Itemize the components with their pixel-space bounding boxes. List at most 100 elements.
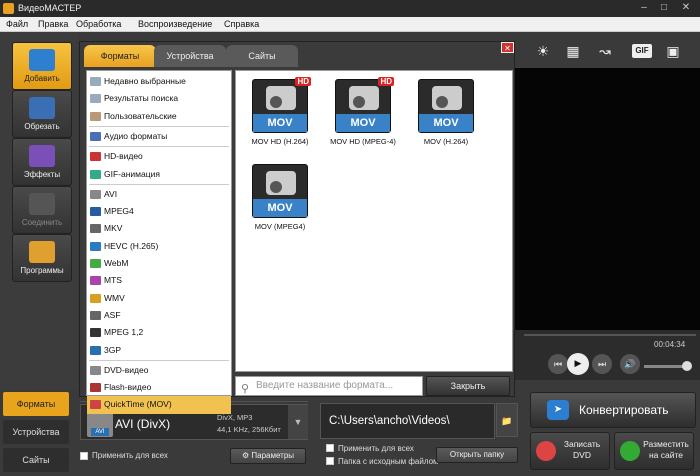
output-path-field[interactable]: C:\Users\ancho\Videos\: [320, 403, 495, 439]
format-category-item[interactable]: WMV: [87, 290, 231, 307]
menu-edit[interactable]: Правка: [38, 19, 68, 29]
format-card[interactable]: MOV MOV (MPEG4): [250, 162, 310, 246]
volume-knob[interactable]: [682, 361, 692, 371]
close-icon[interactable]: ✕: [678, 1, 694, 15]
join-button[interactable]: Соединить: [12, 186, 72, 234]
fullscreen-icon[interactable]: ▣: [662, 40, 684, 62]
add-file-icon: [29, 49, 55, 71]
open-folder-button[interactable]: Открыть папку: [436, 447, 518, 463]
burn-dvd-button[interactable]: Записать DVD: [530, 432, 610, 470]
programs-button[interactable]: Программы: [12, 234, 72, 282]
search-icon: ⚲: [241, 383, 250, 395]
effects-wand-icon: [29, 145, 55, 167]
dialog-tab-formats[interactable]: Форматы: [84, 45, 156, 67]
minimize-icon[interactable]: –: [636, 1, 652, 15]
format-card[interactable]: MOV MOV (H.264): [416, 77, 476, 161]
join-icon: [29, 193, 55, 215]
format-category-item[interactable]: MPEG4: [87, 203, 231, 220]
play-icon[interactable]: ▶: [567, 353, 589, 375]
chevron-down-icon[interactable]: ▼: [288, 405, 308, 439]
publish-button[interactable]: Разместить на сайте: [614, 432, 694, 470]
format-card-label: MOV HD (MPEG-4): [330, 137, 396, 146]
format-search-input[interactable]: ⚲ Введите название формата...: [235, 376, 423, 396]
menu-processing[interactable]: Обработка: [76, 19, 121, 29]
gif-button[interactable]: GIF: [632, 44, 652, 58]
format-category-item[interactable]: DVD-видео: [87, 362, 231, 379]
maximize-icon[interactable]: □: [656, 1, 672, 15]
tab-sites[interactable]: Сайты: [3, 448, 69, 472]
camera-icon: HD MOV: [252, 77, 311, 133]
format-category-item[interactable]: MKV: [87, 220, 231, 237]
menu-playback[interactable]: Воспроизведение: [138, 19, 212, 29]
format-category-label: AVI: [104, 188, 118, 199]
format-category-item[interactable]: Пользовательские: [87, 108, 231, 125]
menu-file[interactable]: Файл: [6, 19, 28, 29]
apply-all-output-checkbox[interactable]: [326, 444, 334, 452]
format-category-label: Пользовательские: [104, 110, 177, 121]
format-category-label: Flash-видео: [104, 382, 152, 393]
apply-all-checkbox[interactable]: [80, 452, 88, 460]
film-strip-icon[interactable]: ▦: [562, 40, 584, 62]
format-category-item[interactable]: MPEG 1,2: [87, 324, 231, 341]
format-category-item[interactable]: Аудио форматы: [87, 128, 231, 145]
format-category-item[interactable]: AVI: [87, 186, 231, 203]
next-icon[interactable]: ⏭: [592, 354, 612, 374]
close-button[interactable]: Закрыть: [426, 376, 510, 396]
apply-all-output-label: Применить для всех: [338, 444, 414, 453]
film-cut-icon: [29, 97, 55, 119]
format-category-label: QuickTime (MOV): [104, 399, 172, 410]
hd-badge: HD: [378, 77, 394, 86]
format-category-item[interactable]: Недавно выбранные: [87, 73, 231, 90]
convert-arrow-icon: ➤: [547, 400, 569, 420]
hd-icon: [90, 152, 101, 162]
dialog-close-icon[interactable]: ✕: [501, 42, 514, 53]
running-man-icon[interactable]: ↝: [594, 40, 616, 62]
wmv-icon: [90, 293, 101, 303]
title-bar: ВидеоМАСТЕР – □ ✕: [0, 0, 700, 17]
trim-button[interactable]: Обрезать: [12, 90, 72, 138]
dvd-disc-icon: [536, 441, 556, 461]
effects-button[interactable]: Эффекты: [12, 138, 72, 186]
menu-help[interactable]: Справка: [224, 19, 259, 29]
source-folder-checkbox[interactable]: [326, 457, 334, 465]
brightness-icon[interactable]: ☀: [532, 40, 554, 62]
format-category-label: DVD-видео: [104, 364, 149, 375]
preview-toolbar: ☀ ▦ ↝ GIF ▣: [514, 36, 700, 68]
format-category-label: Недавно выбранные: [104, 76, 186, 86]
tab-devices[interactable]: Устройства: [3, 420, 69, 444]
add-button[interactable]: Добавить: [12, 42, 72, 90]
music-note-icon: [90, 131, 101, 141]
format-category-item[interactable]: HD-видео: [87, 148, 231, 165]
volume-icon[interactable]: 🔊: [620, 354, 640, 374]
format-card[interactable]: HD MOV MOV HD (H.264): [250, 77, 311, 161]
format-category-item[interactable]: HEVC (H.265): [87, 238, 231, 255]
mpeg-icon: [90, 328, 101, 338]
format-category-label: WMV: [104, 292, 125, 303]
format-card-label: MOV (H.264): [423, 137, 469, 146]
format-card[interactable]: HD MOV MOV HD (MPEG-4): [330, 77, 396, 161]
format-category-item[interactable]: QuickTime (MOV): [87, 396, 231, 414]
format-category-item[interactable]: 3GP: [87, 342, 231, 359]
format-category-label: MTS: [104, 275, 122, 286]
format-category-item[interactable]: ASF: [87, 307, 231, 324]
format-category-item[interactable]: MTS: [87, 272, 231, 289]
folder-icon[interactable]: 📁: [496, 403, 518, 437]
programs-label: Программы: [20, 266, 64, 275]
window-title: ВидеоМАСТЕР: [18, 3, 82, 13]
previous-icon[interactable]: ⏮: [548, 354, 568, 374]
video-preview: [514, 68, 700, 330]
format-category-item[interactable]: Результаты поиска: [87, 90, 231, 107]
convert-button[interactable]: ➤ Конвертировать: [530, 392, 696, 428]
trim-label: Обрезать: [24, 122, 60, 131]
hd-badge: HD: [295, 77, 311, 86]
parameters-button[interactable]: ⚙ Параметры: [230, 448, 306, 464]
format-category-item[interactable]: WebM: [87, 255, 231, 272]
tab-formats[interactable]: Форматы: [3, 392, 69, 416]
dialog-tab-sites[interactable]: Сайты: [226, 45, 298, 67]
effects-label: Эффекты: [23, 170, 61, 179]
format-category-item[interactable]: Flash-видео: [87, 379, 231, 396]
timeline-track[interactable]: [524, 334, 696, 336]
format-category-item[interactable]: GIF-анимация: [87, 166, 231, 183]
list-separator: [89, 359, 229, 361]
dialog-tab-devices[interactable]: Устройства: [154, 45, 226, 67]
